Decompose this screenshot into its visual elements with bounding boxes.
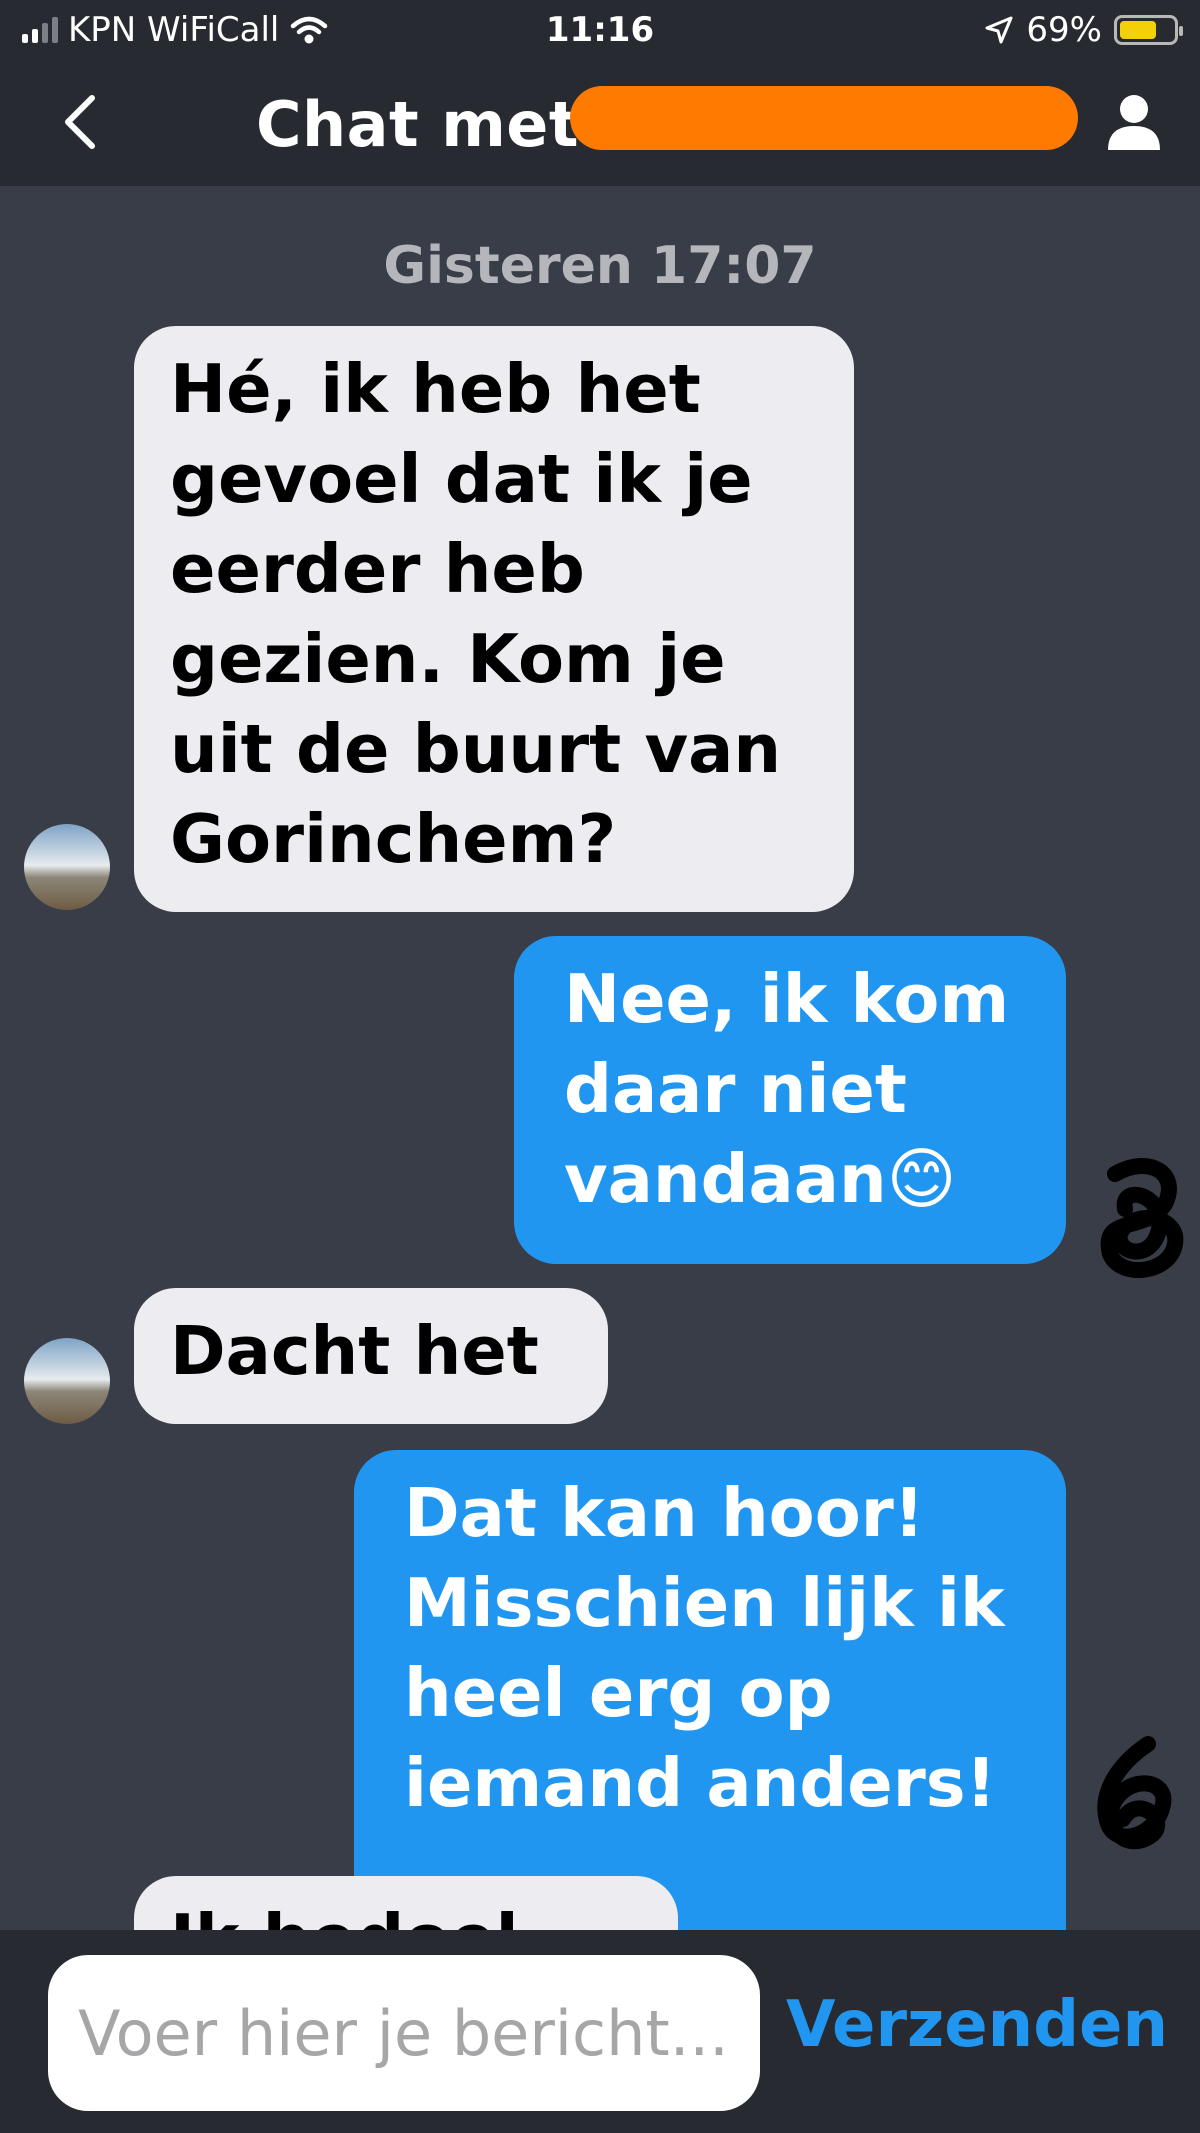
status-bar: KPN WiFiCall 11:16 69% (0, 0, 1200, 62)
battery-icon (1114, 15, 1183, 45)
message-composer: Verzenden (0, 1930, 1200, 2133)
date-separator: Gisteren 17:07 (383, 236, 817, 296)
battery-level (1120, 21, 1156, 39)
message-text: Nee, ik kom daar niet vandaan😊 (564, 960, 1010, 1218)
message-text: Dat kan hoor! Misschien lijk ik heel erg… (404, 1474, 1005, 1822)
message-input[interactable] (48, 1955, 760, 2111)
battery-percentage: 69% (1026, 10, 1102, 50)
message-text: Ik bedoel (170, 1900, 519, 1930)
chat-header: Chat met (0, 62, 1200, 186)
redacted-user-avatar (1097, 1736, 1172, 1850)
message-bubble-incoming[interactable]: Dacht het (134, 1288, 608, 1424)
message-bubble-outgoing[interactable]: Dat kan hoor! Misschien lijk ik heel erg… (354, 1450, 1066, 1930)
send-button[interactable]: Verzenden (786, 1988, 1168, 2062)
message-text: Dacht het (170, 1312, 539, 1390)
contact-avatar[interactable] (24, 1338, 110, 1424)
profile-icon[interactable] (1106, 92, 1162, 152)
contact-avatar[interactable] (24, 824, 110, 910)
message-list[interactable]: Gisteren 17:07 Hé, ik heb het gevoel dat… (0, 186, 1200, 1930)
message-text: Hé, ik heb het gevoel dat ik je eerder h… (170, 350, 782, 878)
back-arrow-icon[interactable] (60, 92, 100, 152)
message-bubble-incoming[interactable]: Ik bedoel (134, 1876, 678, 1930)
redacted-contact-name (570, 86, 1078, 150)
message-bubble-incoming[interactable]: Hé, ik heb het gevoel dat ik je eerder h… (134, 326, 854, 912)
status-right: 69% (984, 10, 1183, 50)
redacted-user-avatar (1100, 1157, 1184, 1278)
chat-title: Chat met (256, 88, 579, 161)
message-bubble-outgoing[interactable]: Nee, ik kom daar niet vandaan😊 (514, 936, 1066, 1264)
location-arrow-icon (985, 16, 1013, 44)
